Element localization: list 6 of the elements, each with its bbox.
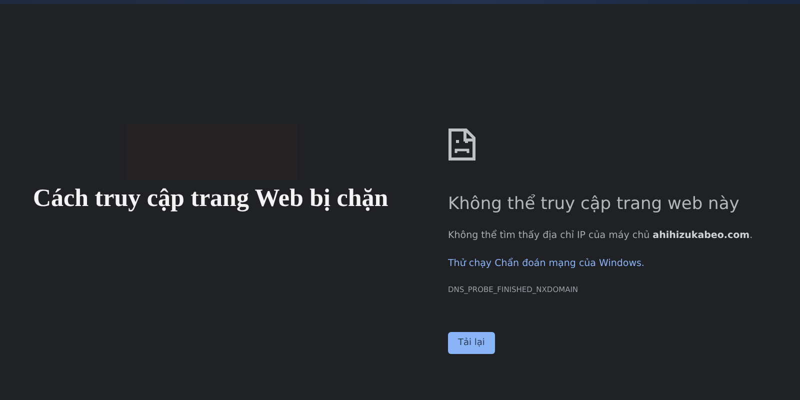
headline: Cách truy cập trang Web bị chặn: [33, 185, 390, 213]
diagnostics-link[interactable]: Thử chạy Chẩn đoán mạng của Windows.: [448, 258, 644, 269]
error-heading: Không thể truy cập trang web này: [448, 194, 740, 214]
error-message: Không thể tìm thấy địa chỉ IP của máy chủ ahihizukabeo.com.: [448, 230, 753, 241]
sad-page-icon: [448, 128, 476, 161]
reload-button[interactable]: Tải lại: [448, 332, 495, 354]
